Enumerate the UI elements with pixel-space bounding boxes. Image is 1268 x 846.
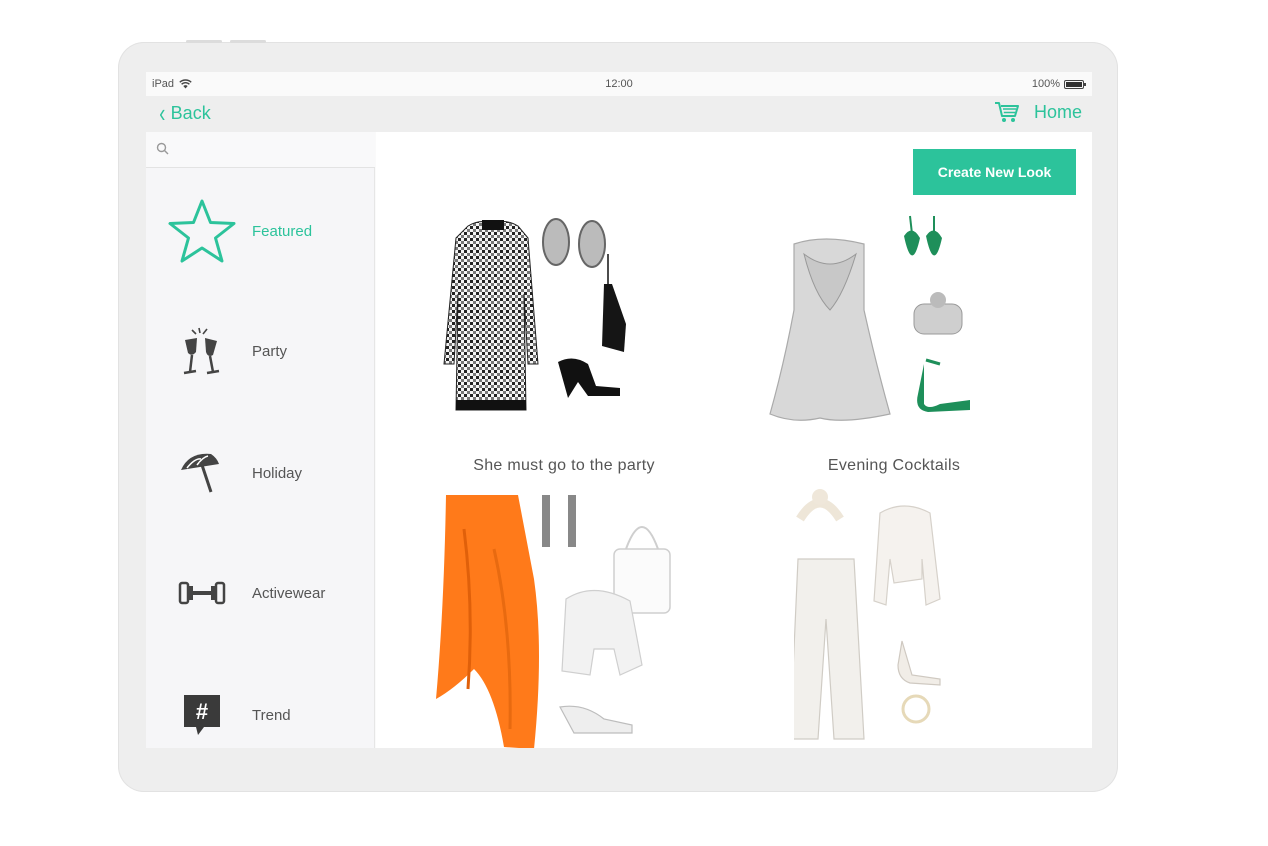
sidebar-item-trend[interactable]: # Trend	[146, 660, 375, 748]
search-bar	[146, 132, 375, 168]
champagne-glasses-icon	[166, 315, 238, 387]
nav-bar: ‹ Back Home	[146, 96, 1092, 132]
sidebar-item-label: Trend	[252, 706, 291, 724]
look-title: She must go to the party	[473, 457, 655, 474]
look-card[interactable]: Evening Cocktails	[734, 212, 1054, 482]
dumbbell-icon	[166, 557, 238, 629]
sidebar-item-label: Party	[252, 342, 288, 360]
battery-percent: 100%	[1031, 78, 1060, 90]
search-input[interactable]	[174, 138, 364, 162]
app-screen: iPad 12:00 100% ‹ Back Home Featured Par…	[146, 72, 1092, 748]
search-icon	[156, 142, 169, 155]
device-button	[186, 40, 222, 43]
sidebar-item-label: Featured	[252, 222, 313, 240]
cart-icon[interactable]	[994, 100, 1020, 124]
look-image	[443, 218, 626, 411]
sidebar-item-party[interactable]: Party	[146, 296, 375, 406]
back-button[interactable]: ‹ Back	[158, 98, 211, 128]
category-sidebar: Featured Party Holiday Activewear # Tren…	[146, 132, 375, 748]
look-card[interactable]	[734, 487, 1054, 748]
battery-icon	[1064, 79, 1086, 89]
sidebar-item-activewear[interactable]: Activewear	[146, 538, 375, 648]
star-icon	[166, 195, 238, 267]
look-card[interactable]: She must go to the party	[404, 212, 724, 482]
device-button	[230, 40, 266, 43]
status-time: 12:00	[605, 78, 633, 90]
sidebar-item-featured[interactable]: Featured	[146, 176, 375, 286]
sidebar-item-label: Holiday	[252, 464, 303, 482]
back-label: Back	[170, 102, 211, 123]
sidebar-item-holiday[interactable]: Holiday	[146, 418, 375, 528]
status-bar: iPad 12:00 100%	[146, 72, 1092, 96]
beach-umbrella-icon	[166, 437, 238, 509]
looks-grid: Create New Look She must go to the party…	[376, 132, 1092, 748]
look-card[interactable]	[404, 487, 724, 748]
look-title: Evening Cocktails	[827, 457, 961, 474]
home-button[interactable]: Home	[1034, 102, 1082, 123]
chevron-left-icon: ‹	[159, 98, 166, 128]
svg-text:#: #	[196, 699, 208, 724]
sidebar-item-label: Activewear	[252, 584, 326, 602]
hashtag-bubble-icon: #	[166, 679, 238, 748]
create-new-look-button[interactable]: Create New Look	[913, 149, 1076, 195]
